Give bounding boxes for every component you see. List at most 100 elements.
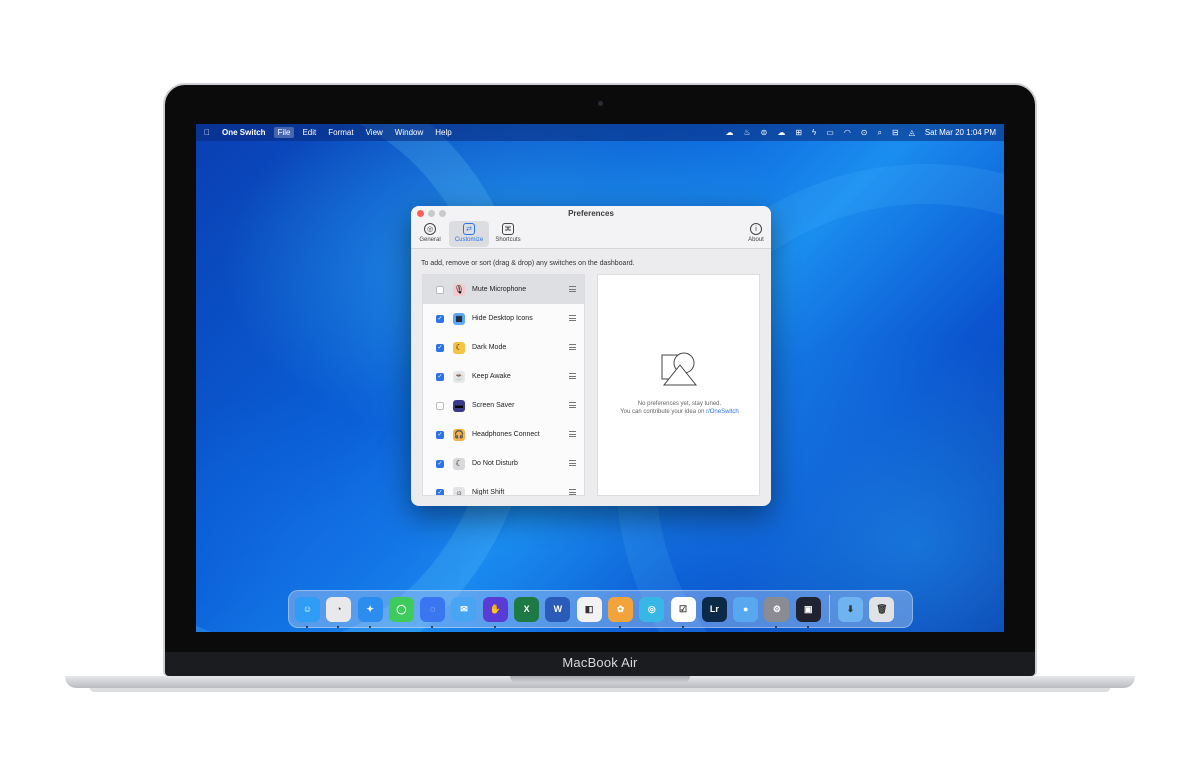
activity-monitor-icon[interactable]: ◔	[326, 596, 352, 628]
downloads-folder-icon[interactable]: ⬇	[838, 596, 864, 622]
moon-icon: ☾	[453, 341, 465, 354]
word-icon[interactable]: W	[545, 596, 571, 622]
switch-row[interactable]: 🎙 Mute Microphone	[423, 275, 584, 304]
switch-row[interactable]: ▬ Screen Saver	[423, 391, 584, 420]
switch-row[interactable]: ✓ ☼ Night Shift	[423, 478, 584, 496]
running-indicator	[618, 625, 621, 628]
tes-butterfly-icon[interactable]: ✿	[607, 596, 633, 628]
switch-checkbox[interactable]	[436, 401, 444, 410]
switch-checkbox[interactable]: ✓	[436, 459, 444, 468]
microphone-icon: 🎙	[453, 283, 465, 296]
running-indicator	[775, 625, 778, 628]
switch-label: Night Shift	[472, 489, 505, 496]
battery-icon[interactable]: ▭	[826, 128, 834, 137]
tweetbot-icon[interactable]: ●	[733, 596, 759, 622]
tab-customize[interactable]: ⇄ Customize	[449, 221, 489, 247]
menu-edit[interactable]: Edit	[302, 128, 316, 137]
signal-icon[interactable]: ◌	[420, 596, 446, 628]
system-preferences-icon[interactable]: ⚙	[764, 596, 790, 628]
running-indicator	[806, 625, 809, 628]
menu-help[interactable]: Help	[435, 128, 451, 137]
preferences-window: Preferences ◎ General ⇄ Customize ⌘ Shor…	[411, 206, 771, 506]
apple-menu-icon[interactable]: 	[204, 128, 210, 137]
preferences-toolbar: ◎ General ⇄ Customize ⌘ Shortcuts i Abou…	[415, 221, 764, 247]
switch-label: Headphones Connect	[472, 431, 540, 438]
drag-handle-icon[interactable]	[569, 344, 576, 350]
app-menu[interactable]: One Switch	[222, 128, 266, 137]
switch-label: Keep Awake	[472, 373, 511, 380]
safari-icon[interactable]: ✦	[357, 596, 383, 628]
tag-icon[interactable]: ⊜	[761, 128, 768, 137]
bolt-icon[interactable]: ϟ	[812, 128, 816, 137]
empty-shapes-icon	[661, 352, 698, 386]
drag-handle-icon[interactable]	[569, 315, 576, 321]
switch-row[interactable]: ✓ ☾ Dark Mode	[423, 333, 584, 362]
control-center-icon[interactable]: ⊟	[892, 128, 899, 137]
reddit-link[interactable]: r/OneSwitch	[706, 409, 739, 415]
switch-checkbox[interactable]: ✓	[436, 314, 444, 323]
mail-icon[interactable]: ✉	[451, 596, 477, 622]
tab-shortcuts[interactable]: ⌘ Shortcuts	[493, 221, 523, 247]
things-icon[interactable]: ☑	[670, 596, 696, 628]
menu-view[interactable]: View	[366, 128, 383, 137]
switch-row[interactable]: ✓ ▦ Hide Desktop Icons	[423, 304, 584, 333]
switch-row[interactable]: ✓ ☕ Keep Awake	[423, 362, 584, 391]
tab-about[interactable]: i About	[741, 221, 771, 247]
night-shift-icon: ☼	[453, 486, 465, 495]
screen-saver-icon: ▬	[453, 399, 465, 412]
switch-row[interactable]: ✓ ☾ Do Not Disturb	[423, 449, 584, 478]
tab-general-label: General	[419, 237, 441, 243]
play-icon[interactable]: ⊙	[861, 128, 868, 137]
menu-format[interactable]: Format	[328, 128, 353, 137]
instructions-text: To add, remove or sort (drag & drop) any…	[421, 260, 635, 267]
spiral-app-icon[interactable]: ◎	[639, 596, 665, 622]
cardhop-icon[interactable]: ◧	[576, 596, 602, 622]
finder-icon[interactable]: ☺	[295, 596, 320, 628]
switch-checkbox[interactable]: ✓	[436, 343, 444, 352]
dock: ☺ ◔ ✦ ◯ ◌ ✉ ✋ X W ◧ ✿ ◎ ☑ Lr ● ⚙ ▣ ⬇ 🗑	[288, 590, 913, 628]
notification-icon[interactable]: ◬	[909, 128, 915, 137]
desktop-grid-icon: ▦	[453, 312, 465, 325]
detail-panel: No preferences yet, stay tuned. You can …	[597, 274, 760, 496]
camera-icon	[598, 101, 603, 106]
running-indicator	[493, 625, 496, 628]
search-icon[interactable]: ⌕	[878, 128, 882, 138]
tab-general[interactable]: ◎ General	[415, 221, 445, 247]
switch-label: Screen Saver	[472, 402, 515, 409]
trash-icon[interactable]: 🗑	[869, 596, 895, 622]
cloud-fill-icon[interactable]: ☁	[777, 128, 785, 137]
drag-handle-icon[interactable]	[569, 489, 576, 495]
drag-handle-icon[interactable]	[569, 460, 576, 466]
drag-handle-icon[interactable]	[569, 402, 576, 408]
menu-clock[interactable]: Sat Mar 20 1:04 PM	[925, 128, 996, 137]
window-titlebar: Preferences ◎ General ⇄ Customize ⌘ Shor…	[411, 206, 771, 249]
drag-handle-icon[interactable]	[569, 373, 576, 379]
switch-checkbox[interactable]	[436, 285, 444, 294]
moon-slash-icon: ☾	[453, 457, 465, 470]
one-switch-icon[interactable]: ▣	[795, 596, 821, 628]
menu-file[interactable]: File	[273, 127, 295, 138]
tab-customize-label: Customize	[454, 237, 484, 243]
switch-row[interactable]: ✓ 🎧 Headphones Connect	[423, 420, 584, 449]
switch-checkbox[interactable]: ✓	[436, 430, 444, 439]
menu-bar:  One Switch File Edit Format View Windo…	[196, 124, 1004, 141]
switch-list[interactable]: 🎙 Mute Microphone ✓ ▦ Hide Desktop Icons ✓ ☾ Da…	[422, 274, 585, 496]
lightroom-icon[interactable]: Lr	[701, 596, 727, 622]
messages-icon[interactable]: ◯	[388, 596, 414, 622]
switch-checkbox[interactable]: ✓	[436, 372, 444, 381]
menu-window[interactable]: Window	[395, 128, 423, 137]
drag-handle-icon[interactable]	[569, 431, 576, 437]
general-icon: ◎	[424, 223, 436, 235]
macbook-device:  One Switch File Edit Format View Windo…	[0, 0, 1200, 758]
drag-handle-icon[interactable]	[569, 286, 576, 292]
excel-icon[interactable]: X	[514, 596, 540, 622]
grid-icon[interactable]: ⊞	[795, 128, 802, 137]
flame-icon[interactable]: ♨	[743, 128, 750, 137]
switch-checkbox[interactable]: ✓	[436, 488, 444, 495]
device-brand-label: MacBook Air	[562, 655, 638, 670]
wifi-icon[interactable]: ◠	[844, 128, 851, 137]
hand-app-icon[interactable]: ✋	[482, 596, 508, 628]
cloud-icon[interactable]: ☁	[725, 128, 733, 137]
dock-separator	[829, 595, 831, 623]
running-indicator	[337, 625, 340, 628]
